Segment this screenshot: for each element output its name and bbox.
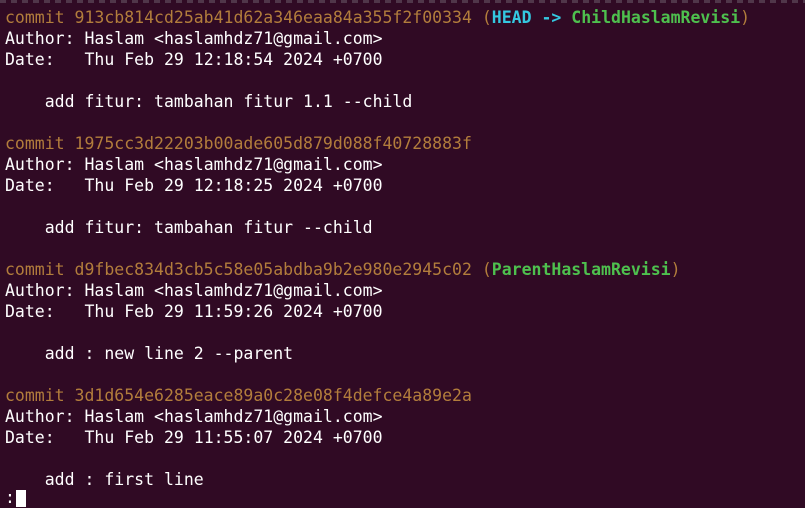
- commit-keyword: commit: [5, 8, 65, 27]
- message-line: add fitur: tambahan fitur --child: [5, 217, 805, 238]
- commit-line: commit 1975cc3d22203b00ade605d879d088f40…: [5, 133, 805, 154]
- commit-hash: 913cb814cd25ab41d62a346eaa84a355f2f00334: [74, 8, 472, 27]
- date-line: Date: Thu Feb 29 12:18:54 2024 +0700: [5, 49, 805, 70]
- commit-hash: d9fbec834d3cb5c58e05abdba9b2e980e2945c02: [74, 260, 472, 279]
- git-log-output: commit 913cb814cd25ab41d62a346eaa84a355f…: [5, 7, 805, 490]
- date-label: Date:: [5, 428, 55, 447]
- author-line: Author: Haslam <haslamhdz71@gmail.com>: [5, 280, 805, 301]
- ref-open-paren: (: [481, 8, 492, 27]
- commit-line: commit d9fbec834d3cb5c58e05abdba9b2e980e…: [5, 259, 805, 280]
- message-line: add fitur: tambahan fitur 1.1 --child: [5, 91, 805, 112]
- date-value: Thu Feb 29 11:55:07 2024 +0700: [84, 428, 383, 447]
- date-label: Date:: [5, 50, 55, 69]
- author-value: Haslam <haslamhdz71@gmail.com>: [84, 281, 383, 300]
- branch-ref: ChildHaslamRevisi: [571, 8, 741, 27]
- commit-line: commit 3d1d654e6285eace89a0c28e08f4defce…: [5, 385, 805, 406]
- commit-message: add : new line 2 --parent: [44, 344, 294, 363]
- author-line: Author: Haslam <haslamhdz71@gmail.com>: [5, 406, 805, 427]
- commit-keyword: commit: [5, 134, 65, 153]
- author-value: Haslam <haslamhdz71@gmail.com>: [84, 407, 383, 426]
- commit-line: commit 913cb814cd25ab41d62a346eaa84a355f…: [5, 7, 805, 28]
- ref-close-paren: ): [740, 8, 751, 27]
- author-label: Author:: [5, 281, 75, 300]
- commit-hash: 1975cc3d22203b00ade605d879d088f40728883f: [74, 134, 472, 153]
- author-label: Author:: [5, 407, 75, 426]
- ref-close-paren: ): [670, 260, 681, 279]
- author-line: Author: Haslam <haslamhdz71@gmail.com>: [5, 28, 805, 49]
- date-line: Date: Thu Feb 29 11:59:26 2024 +0700: [5, 301, 805, 322]
- commit-hash: 3d1d654e6285eace89a0c28e08f4defce4a89e2a: [74, 386, 472, 405]
- date-label: Date:: [5, 176, 55, 195]
- pager-prompt-line[interactable]: :: [5, 487, 26, 508]
- author-value: Haslam <haslamhdz71@gmail.com>: [84, 29, 383, 48]
- ref-open-paren: (: [481, 260, 492, 279]
- date-value: Thu Feb 29 12:18:54 2024 +0700: [84, 50, 383, 69]
- previous-output-fragment: [0, 0, 805, 3]
- pager-prompt: :: [5, 488, 15, 507]
- text-cursor: [15, 490, 26, 507]
- author-value: Haslam <haslamhdz71@gmail.com>: [84, 155, 383, 174]
- message-line: add : first line: [5, 469, 805, 490]
- author-label: Author:: [5, 155, 75, 174]
- author-line: Author: Haslam <haslamhdz71@gmail.com>: [5, 154, 805, 175]
- date-value: Thu Feb 29 11:59:26 2024 +0700: [84, 302, 383, 321]
- date-label: Date:: [5, 302, 55, 321]
- branch-ref: ParentHaslamRevisi: [491, 260, 671, 279]
- date-value: Thu Feb 29 12:18:25 2024 +0700: [84, 176, 383, 195]
- terminal-window[interactable]: commit 913cb814cd25ab41d62a346eaa84a355f…: [0, 0, 805, 508]
- author-label: Author:: [5, 29, 75, 48]
- date-line: Date: Thu Feb 29 12:18:25 2024 +0700: [5, 175, 805, 196]
- date-line: Date: Thu Feb 29 11:55:07 2024 +0700: [5, 427, 805, 448]
- ref-arrow: ->: [541, 8, 562, 27]
- commit-message: add fitur: tambahan fitur 1.1 --child: [44, 92, 413, 111]
- message-line: add : new line 2 --parent: [5, 343, 805, 364]
- commit-message: add fitur: tambahan fitur --child: [44, 218, 373, 237]
- commit-keyword: commit: [5, 260, 65, 279]
- head-ref: HEAD: [491, 8, 532, 27]
- commit-keyword: commit: [5, 386, 65, 405]
- commit-message: add : first line: [44, 470, 204, 489]
